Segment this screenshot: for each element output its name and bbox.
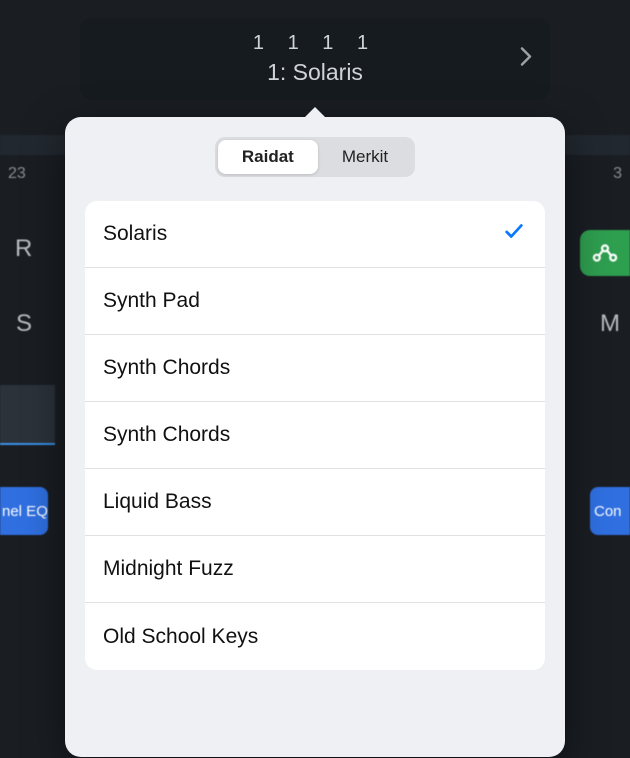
automation-icon	[591, 239, 619, 267]
tab-markers[interactable]: Merkit	[318, 140, 412, 174]
compressor-button[interactable]: Con	[590, 487, 630, 535]
bg-track-row	[0, 385, 55, 445]
mute-button[interactable]: M	[600, 310, 620, 338]
position-counter: 1 1 1 1	[253, 32, 377, 55]
track-name: Synth Pad	[103, 289, 200, 313]
segmented-control: Raidat Merkit	[215, 137, 415, 177]
track-name: Synth Chords	[103, 356, 230, 380]
segmented-control-wrap: Raidat Merkit	[65, 117, 565, 201]
list-item[interactable]: Solaris	[85, 201, 545, 268]
bg-ruler-left: 23	[8, 165, 26, 183]
tab-tracks[interactable]: Raidat	[218, 140, 318, 174]
bg-ruler-right: 3	[613, 165, 622, 183]
record-button[interactable]: R	[15, 235, 32, 263]
track-navigation-popover: Raidat Merkit Solaris Synth Pad Synth Ch…	[65, 117, 565, 757]
automation-button[interactable]	[580, 230, 630, 276]
track-name: Solaris	[103, 222, 167, 246]
list-item[interactable]: Synth Chords	[85, 402, 545, 469]
list-item[interactable]: Synth Pad	[85, 268, 545, 335]
track-name: Old School Keys	[103, 625, 258, 649]
popover-arrow	[303, 107, 327, 119]
track-name: Synth Chords	[103, 423, 230, 447]
chevron-right-icon	[520, 47, 532, 72]
list-item[interactable]: Liquid Bass	[85, 469, 545, 536]
location-display[interactable]: 1 1 1 1 1: Solaris	[80, 18, 550, 100]
track-list: Solaris Synth Pad Synth Chords Synth Cho…	[85, 201, 545, 670]
checkmark-icon	[503, 220, 525, 248]
list-item[interactable]: Synth Chords	[85, 335, 545, 402]
track-name: Midnight Fuzz	[103, 557, 234, 581]
list-item[interactable]: Midnight Fuzz	[85, 536, 545, 603]
current-track-label: 1: Solaris	[267, 59, 363, 86]
solo-button[interactable]: S	[16, 310, 32, 338]
channel-eq-button[interactable]: nel EQ	[0, 487, 48, 535]
list-item[interactable]: Old School Keys	[85, 603, 545, 670]
track-name: Liquid Bass	[103, 490, 212, 514]
